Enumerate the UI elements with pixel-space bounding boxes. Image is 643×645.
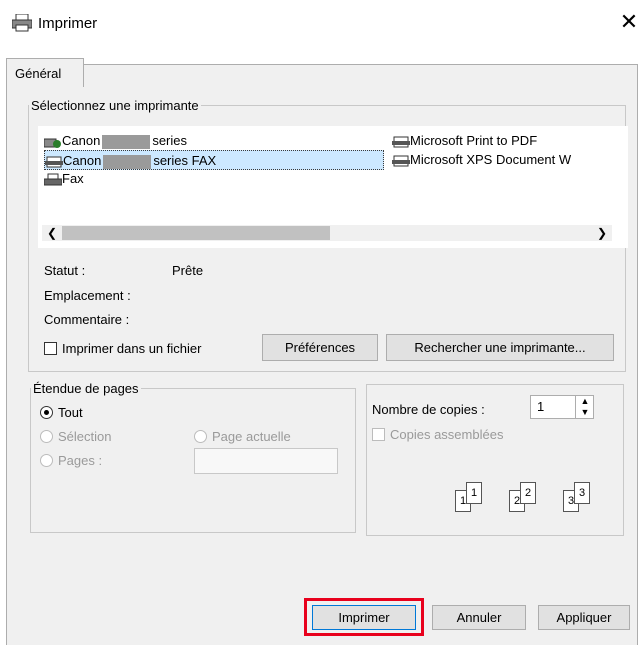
printer-name: Microsoft Print to PDF (410, 133, 538, 148)
printer-item-canon-fax[interactable]: Canon series FAX (44, 150, 384, 170)
fax-printer-icon (45, 156, 63, 168)
printer-name: Microsoft XPS Document W (410, 152, 572, 167)
status-value: Prête (172, 263, 204, 278)
find-printer-button[interactable]: Rechercher une imprimante... (386, 334, 614, 361)
status-label: Statut : (44, 263, 86, 278)
spin-arrows-icon[interactable]: ▲ ▼ (575, 396, 594, 418)
radio-pages[interactable] (40, 454, 53, 467)
tab-general-label: Général (15, 66, 62, 81)
printer-item-fax[interactable]: Fax (43, 169, 84, 189)
radio-selection[interactable] (40, 430, 53, 443)
window-title: Imprimer (38, 15, 98, 32)
printer-name-prefix: Canon (62, 133, 101, 148)
printer-icon (43, 138, 61, 148)
collate-label: Copies assemblées (390, 427, 504, 442)
comment-label: Commentaire : (44, 312, 130, 327)
copies-stepper[interactable]: 1 ▲ ▼ (530, 395, 594, 419)
scroll-left-icon[interactable]: ❮ (44, 225, 60, 241)
preferences-button[interactable]: Préférences (262, 334, 378, 361)
redacted-model (102, 134, 151, 149)
copies-value: 1 (537, 399, 545, 414)
pages-input[interactable] (194, 448, 338, 474)
close-icon[interactable]: ✕ (617, 10, 641, 34)
radio-selection-label: Sélection (58, 429, 112, 444)
radio-pages-label: Pages : (58, 453, 103, 468)
printer-name: Fax (62, 171, 84, 186)
page-copy-icon: 2 (520, 482, 536, 504)
scrollbar-thumb[interactable] (62, 226, 330, 240)
tab-general[interactable]: Général (6, 58, 84, 87)
copies-label: Nombre de copies : (372, 402, 485, 417)
redacted-model (103, 154, 152, 169)
xps-printer-icon (392, 155, 410, 167)
printer-item-pdf[interactable]: Microsoft Print to PDF (392, 131, 537, 151)
location-label: Emplacement : (44, 288, 131, 303)
printer-icon (12, 14, 32, 32)
printer-group-legend: Sélectionnez une imprimante (31, 98, 199, 113)
printer-name-prefix: Canon (63, 153, 102, 168)
printer-item-canon[interactable]: Canon series (43, 131, 187, 151)
print-to-file-checkbox[interactable] (44, 342, 57, 355)
collate-checkbox[interactable] (372, 428, 385, 441)
page-copy-icon: 3 (574, 482, 590, 504)
printer-item-xps[interactable]: Microsoft XPS Document W (392, 150, 626, 170)
title-bar: Imprimer ✕ (0, 0, 643, 44)
radio-all[interactable] (40, 406, 53, 419)
radio-current-page[interactable] (194, 430, 207, 443)
pdf-printer-icon (392, 136, 410, 148)
page-copy-icon: 1 (466, 482, 482, 504)
page-range-legend: Étendue de pages (33, 381, 139, 396)
scroll-right-icon[interactable]: ❯ (594, 225, 610, 241)
printer-name-suffix: series (152, 133, 187, 148)
print-button[interactable]: Imprimer (312, 605, 416, 630)
fax-icon (43, 173, 63, 186)
apply-button[interactable]: Appliquer (538, 605, 630, 630)
radio-current-page-label: Page actuelle (212, 429, 291, 444)
printer-name-suffix: series FAX (153, 153, 217, 168)
radio-all-label: Tout (58, 405, 83, 420)
cancel-button[interactable]: Annuler (432, 605, 526, 630)
print-to-file-label: Imprimer dans un fichier (62, 341, 202, 356)
